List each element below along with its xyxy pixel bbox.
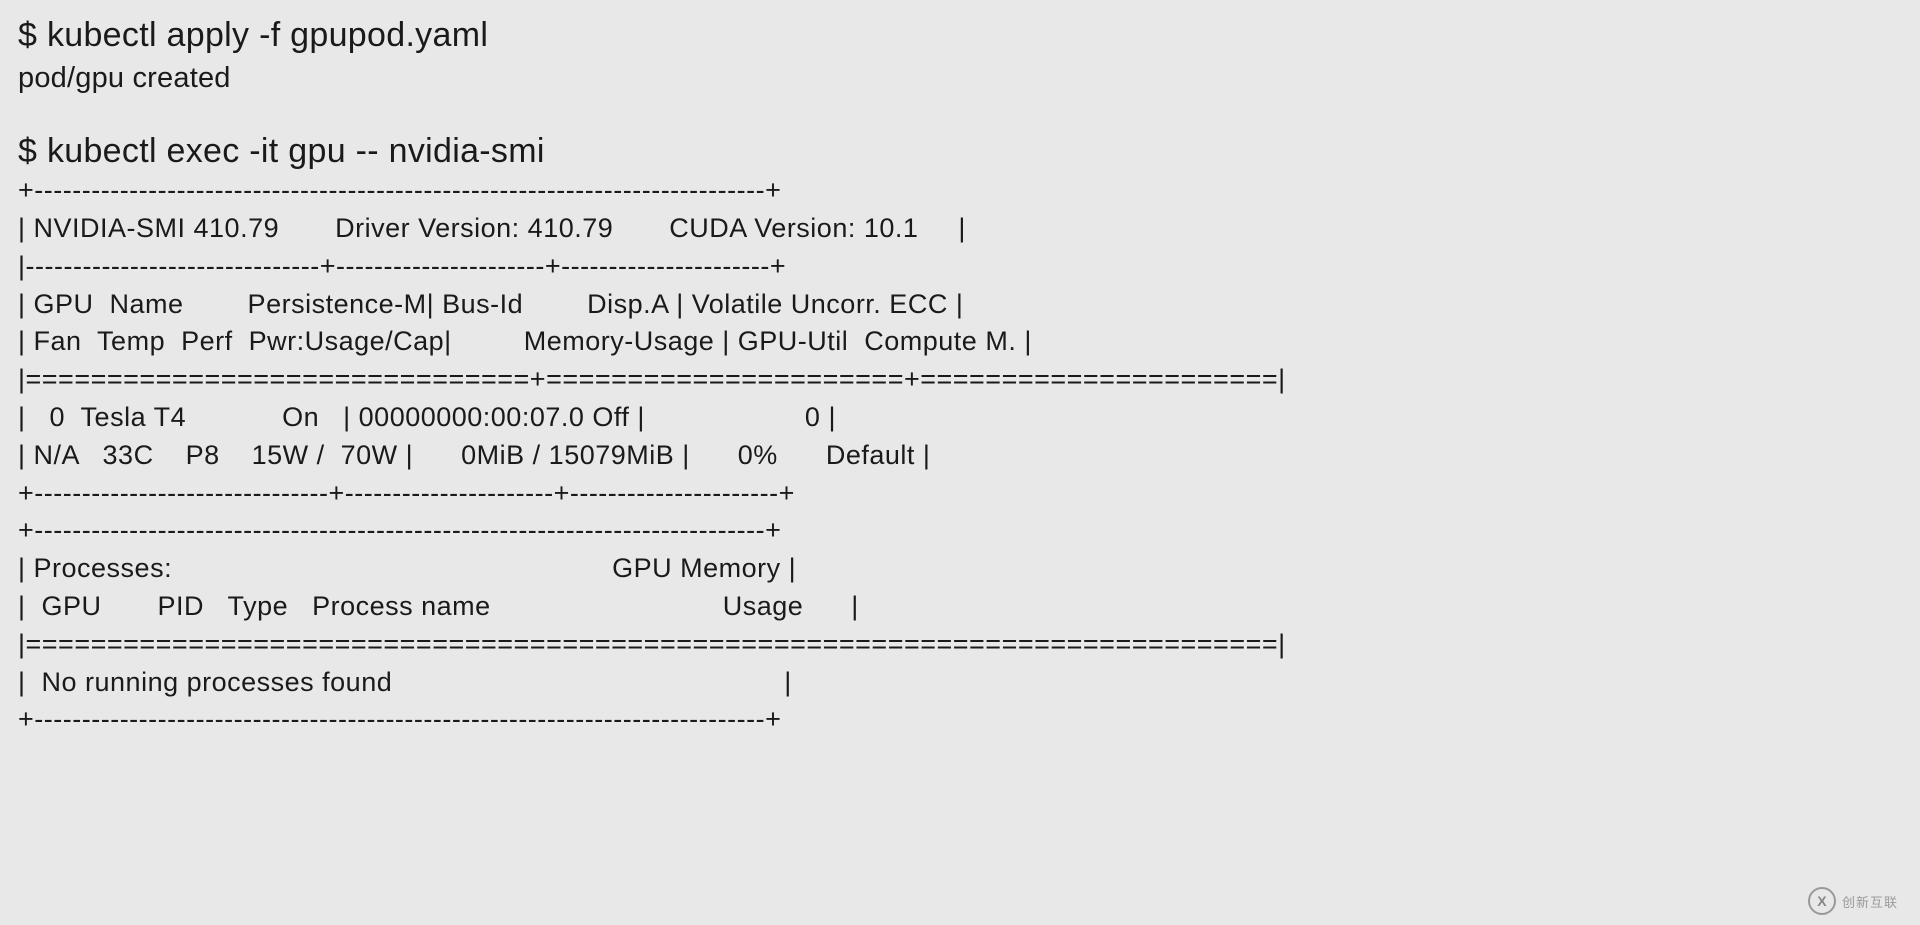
prompt: $ [18,16,47,54]
watermark: X 创新互联 [1808,887,1898,915]
command-line-2: $ kubectl exec -it gpu -- nvidia-smi [18,130,1902,173]
smi-gpu-row-2: | N/A 33C P8 15W / 70W | 0MiB / 15079MiB… [18,437,1902,475]
smi-header-2: | Fan Temp Perf Pwr:Usage/Cap| Memory-Us… [18,323,1902,361]
watermark-text: 创新互联 [1842,892,1898,911]
smi-border-top: +---------------------------------------… [18,172,1902,210]
command-output-1: pod/gpu created [18,59,1902,98]
prompt: $ [18,132,47,170]
smi-version-line: | NVIDIA-SMI 410.79 Driver Version: 410.… [18,210,1902,248]
smi-proc-none: | No running processes found | [18,664,1902,702]
smi-proc-header-1: | Processes: GPU Memory | [18,550,1902,588]
smi-border-bottom: +-------------------------------+-------… [18,475,1902,513]
smi-proc-sep: |=======================================… [18,626,1902,664]
smi-gpu-row-1: | 0 Tesla T4 On | 00000000:00:07.0 Off |… [18,399,1902,437]
smi-proc-header-2: | GPU PID Type Process name Usage | [18,588,1902,626]
command-line-1: $ kubectl apply -f gpupod.yaml [18,14,1902,57]
smi-proc-border-bottom: +---------------------------------------… [18,701,1902,739]
command-text: kubectl exec -it gpu -- nvidia-smi [47,132,545,170]
terminal-output: $ kubectl apply -f gpupod.yaml pod/gpu c… [18,14,1902,739]
command-text: kubectl apply -f gpupod.yaml [47,16,488,54]
smi-sep-double: |===============================+=======… [18,361,1902,399]
smi-proc-border-top: +---------------------------------------… [18,512,1902,550]
nvidia-smi-output: +---------------------------------------… [18,172,1902,739]
smi-sep: |-------------------------------+-------… [18,248,1902,286]
smi-header-1: | GPU Name Persistence-M| Bus-Id Disp.A … [18,286,1902,324]
watermark-icon: X [1808,887,1836,915]
